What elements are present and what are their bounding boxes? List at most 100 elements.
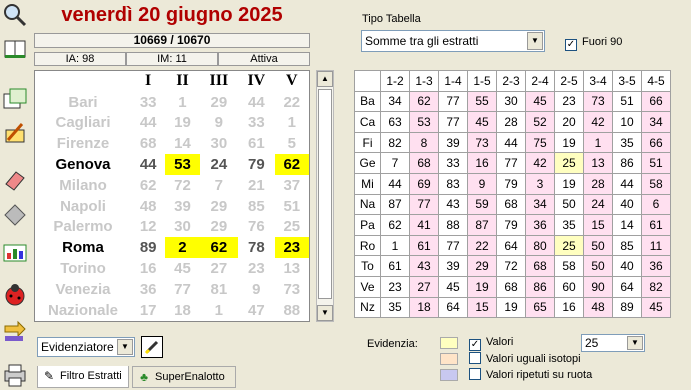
sum-cell[interactable]: 13 (583, 152, 613, 174)
extracted-number[interactable]: 89 (131, 237, 165, 258)
sum-cell[interactable]: 40 (612, 255, 642, 277)
sum-cell[interactable]: 34 (641, 111, 671, 133)
checkbox-box[interactable] (469, 352, 481, 364)
extracted-number[interactable]: 88 (275, 300, 309, 321)
sum-cell[interactable]: 36 (525, 214, 555, 236)
sum-cell[interactable]: 39 (438, 131, 468, 154)
wheel-name[interactable]: Genova (35, 154, 131, 175)
extracted-number[interactable]: 30 (165, 217, 199, 238)
sum-cell[interactable]: 42 (583, 111, 613, 133)
extracted-number[interactable]: 18 (165, 300, 199, 321)
extracted-number[interactable]: 33 (131, 92, 165, 113)
vertical-scrollbar[interactable]: ▲ ▼ (316, 70, 334, 322)
sum-cell[interactable]: 51 (612, 90, 642, 113)
sum-cell[interactable]: 75 (525, 131, 555, 154)
extracted-number[interactable]: 13 (275, 258, 309, 279)
sum-cell[interactable]: 90 (583, 275, 613, 298)
sum-cell[interactable]: 69 (409, 172, 439, 195)
extracted-number[interactable]: 12 (131, 217, 165, 238)
sum-cell[interactable]: 45 (438, 275, 468, 298)
sum-cell[interactable]: 7 (380, 152, 410, 174)
sum-cell[interactable]: 28 (496, 111, 526, 133)
sum-cell[interactable]: 6 (641, 193, 671, 216)
sum-cell[interactable]: 25 (554, 234, 584, 257)
sum-cell[interactable]: 35 (612, 131, 642, 154)
wheel-name[interactable]: Bari (35, 92, 131, 113)
extracted-number[interactable]: 33 (238, 113, 275, 134)
extracted-number[interactable]: 62 (199, 237, 239, 259)
extracted-number[interactable]: 72 (165, 175, 199, 196)
extracted-number[interactable]: 39 (165, 196, 199, 217)
sum-cell[interactable]: 45 (525, 90, 555, 113)
wheel-name[interactable]: Torino (35, 258, 131, 279)
sum-cell[interactable]: 55 (467, 90, 497, 113)
sum-cell[interactable]: 27 (409, 275, 439, 298)
sum-cell[interactable]: 50 (583, 255, 613, 277)
sum-cell[interactable]: 34 (525, 193, 555, 216)
tab-filtro-estratti[interactable]: ✎ Filtro Estratti (37, 366, 129, 388)
sum-cell[interactable]: 18 (409, 296, 439, 319)
scroll-thumb[interactable] (318, 89, 332, 299)
sum-cell[interactable]: 73 (467, 131, 497, 154)
extracted-number[interactable]: 44 (238, 92, 275, 113)
sum-cell[interactable]: 43 (409, 255, 439, 277)
sum-cell[interactable]: 14 (612, 214, 642, 236)
sum-cell[interactable]: 30 (496, 90, 526, 113)
sum-cell[interactable]: 65 (525, 296, 555, 319)
evidenziatore-select[interactable]: Evidenziatore ▼ (37, 337, 135, 357)
sum-cell[interactable]: 61 (380, 255, 410, 277)
extracted-number[interactable]: 14 (165, 133, 199, 154)
sum-cell[interactable]: 40 (612, 193, 642, 216)
sum-cell[interactable]: 19 (467, 275, 497, 298)
scroll-down-icon[interactable]: ▼ (317, 305, 333, 321)
sum-cell[interactable]: 44 (496, 131, 526, 154)
valore-select[interactable]: 25 ▼ (581, 334, 645, 352)
extracted-number[interactable]: 25 (275, 217, 309, 238)
extracted-number[interactable]: 79 (238, 154, 275, 175)
sum-cell[interactable]: 15 (467, 296, 497, 319)
sum-cell[interactable]: 35 (554, 214, 584, 236)
sum-cell[interactable]: 1 (583, 131, 613, 154)
sum-cell[interactable]: 89 (612, 296, 642, 319)
sum-cell[interactable]: 82 (380, 131, 410, 154)
sum-cell[interactable]: 41 (409, 214, 439, 236)
sum-cell[interactable]: 62 (380, 214, 410, 236)
pencil-icon[interactable] (2, 120, 28, 146)
sum-cell[interactable]: 11 (641, 234, 671, 257)
sum-cell[interactable]: 39 (438, 255, 468, 277)
check-icon[interactable]: ✓ (469, 339, 481, 351)
valori-checkbox[interactable]: ✓ Valori (469, 336, 513, 351)
sum-cell[interactable]: 77 (496, 152, 526, 174)
sum-cell[interactable]: 51 (641, 152, 671, 174)
sum-cell[interactable]: 16 (554, 296, 584, 319)
sum-cell[interactable]: 63 (380, 111, 410, 133)
extracted-number[interactable]: 29 (200, 217, 238, 238)
extracted-number[interactable]: 78 (238, 237, 275, 258)
sum-cell[interactable]: 42 (525, 152, 555, 174)
sum-cell[interactable]: 64 (496, 234, 526, 257)
tipo-tabella-select[interactable]: Somme tra gli estratti ▼ (361, 30, 545, 52)
isotopi-checkbox[interactable]: Valori uguali isotopi (469, 352, 581, 365)
extracted-number[interactable]: 51 (275, 196, 309, 217)
chevron-down-icon[interactable]: ▼ (117, 339, 133, 355)
extracted-number[interactable]: 85 (238, 196, 275, 217)
printer-icon[interactable] (2, 362, 28, 388)
sum-cell[interactable]: 45 (641, 296, 671, 319)
sum-cell[interactable]: 52 (525, 111, 555, 133)
extracted-number[interactable]: 44 (131, 154, 165, 175)
sum-cell[interactable]: 73 (583, 90, 613, 113)
sum-cell[interactable]: 77 (409, 193, 439, 216)
sum-cell[interactable]: 19 (496, 296, 526, 319)
extracted-number[interactable]: 37 (275, 175, 309, 196)
isotopi-color-swatch[interactable] (440, 353, 458, 365)
wheel-name[interactable]: Roma (35, 237, 131, 258)
sum-cell[interactable]: 25 (554, 152, 584, 174)
sum-cell[interactable]: 79 (496, 214, 526, 236)
sum-cell[interactable]: 68 (409, 152, 439, 174)
extracted-number[interactable]: 45 (165, 258, 199, 279)
extracted-number[interactable]: 1 (200, 300, 238, 321)
extracted-number[interactable]: 81 (200, 279, 238, 300)
sum-cell[interactable]: 33 (438, 152, 468, 174)
sum-cell[interactable]: 3 (525, 172, 555, 195)
sum-cell[interactable]: 88 (438, 214, 468, 236)
